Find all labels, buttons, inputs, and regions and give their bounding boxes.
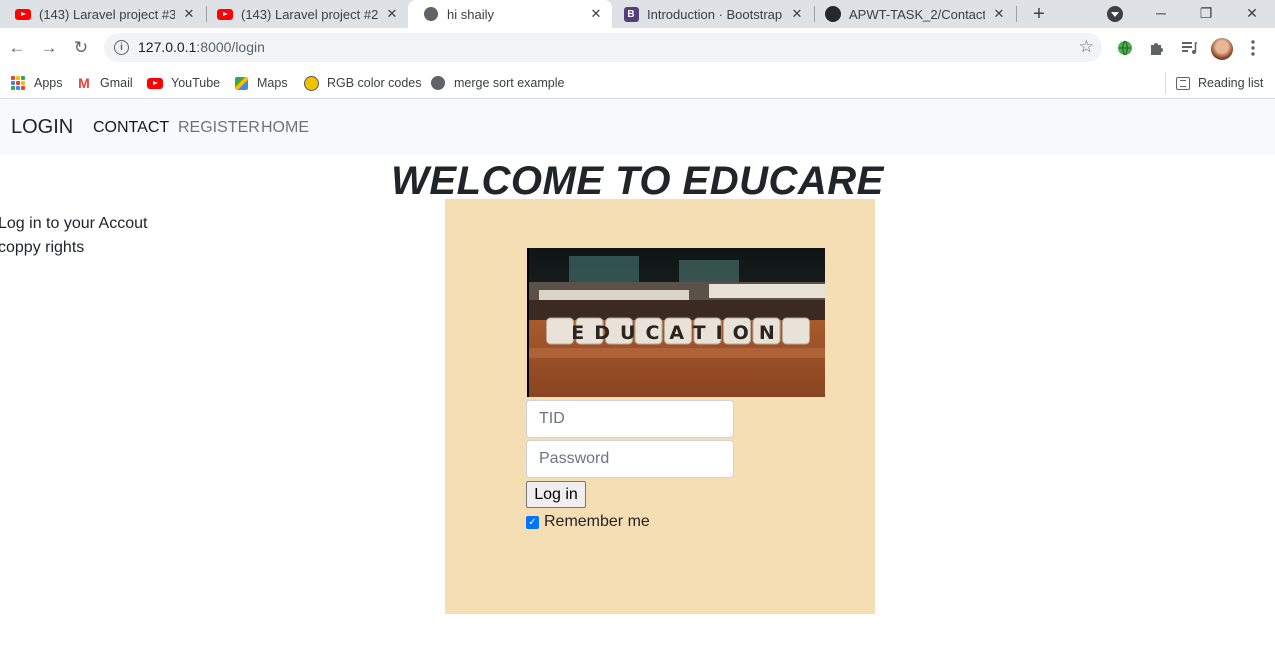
reload-icon[interactable]: ↻ (69, 36, 93, 60)
bookmark-rgb-color-codes[interactable]: RGB color codes (303, 73, 421, 93)
tab-bootstrap-introduction[interactable]: B Introduction · Bootstrap ✕ (608, 0, 813, 28)
url-path: :8000/login (196, 39, 265, 55)
login-button[interactable]: Log in (526, 481, 586, 508)
nav-link-home[interactable]: HOME (261, 119, 309, 137)
bookmark-gmail[interactable]: M Gmail (76, 73, 133, 93)
media-queue-icon[interactable] (1179, 38, 1199, 58)
close-icon[interactable]: ✕ (181, 6, 197, 22)
site-navbar: LOGIN CONTACT REGISTER HOME (0, 99, 1275, 155)
close-icon[interactable]: ✕ (789, 6, 805, 22)
letter-die (546, 317, 574, 345)
tab-title: hi shaily (447, 6, 494, 22)
rgb-icon (303, 75, 319, 91)
bookmark-star-icon[interactable]: ☆ (1079, 37, 1094, 57)
reading-list-icon (1176, 76, 1190, 90)
github-icon (825, 6, 841, 22)
nav-link-register[interactable]: REGISTER (178, 119, 260, 137)
bookmark-label: YouTube (171, 76, 221, 90)
maps-icon (233, 75, 249, 91)
window-close-button[interactable]: ✕ (1237, 2, 1267, 24)
remember-label: Remember me (544, 513, 650, 530)
password-input[interactable] (526, 440, 734, 478)
education-image-text: EDUCATION (571, 322, 784, 344)
gmail-icon: M (78, 75, 90, 91)
address-url[interactable]: 127.0.0.1:8000/login (138, 39, 265, 55)
site-info-icon[interactable]: i (114, 40, 129, 55)
youtube-icon (15, 6, 31, 22)
page-title: WELCOME TO EDUCARE (391, 159, 884, 203)
tab-title: (143) Laravel project #3 ad (39, 6, 175, 22)
bookmark-label: Apps (34, 76, 63, 90)
address-bar[interactable]: i 127.0.0.1:8000/login ☆ (104, 33, 1102, 62)
letter-die (782, 317, 810, 345)
reading-list-button[interactable]: Reading list (1165, 72, 1263, 94)
bookmark-maps[interactable]: Maps (233, 73, 288, 93)
profile-avatar[interactable] (1211, 38, 1233, 60)
tab-hi-shaily[interactable]: hi shaily ✕ (408, 0, 612, 28)
nav-link-contact[interactable]: CONTACT (93, 119, 169, 137)
login-hint-text: Log in to your Accout (0, 215, 148, 232)
login-panel: EDUCATION Log in ✓ Remember me (445, 199, 875, 614)
tab-title: Introduction · Bootstrap (647, 6, 783, 22)
extensions-puzzle-icon[interactable] (1147, 38, 1167, 58)
bookmark-merge-sort-example[interactable]: merge sort example (430, 73, 564, 93)
minimize-button[interactable]: ─ (1146, 2, 1176, 24)
close-icon[interactable]: ✕ (588, 6, 604, 22)
tid-input[interactable] (526, 400, 734, 438)
tab-apwt-task[interactable]: APWT-TASK_2/ContactPag ✕ (810, 0, 1015, 28)
restore-button[interactable]: ❐ (1191, 2, 1221, 24)
bookmark-label: RGB color codes (327, 76, 422, 90)
bookmark-label: Maps (257, 76, 288, 90)
bootstrap-icon: B (623, 6, 639, 22)
extension-globe-icon[interactable] (1115, 38, 1135, 58)
bookmark-label: Gmail (100, 76, 133, 90)
bookmarks-bar: Apps M Gmail YouTube Maps RGB color code… (0, 68, 1275, 99)
tab-title: (143) Laravel project #2 la (241, 6, 378, 22)
apps-grid-icon (10, 75, 26, 91)
youtube-icon (217, 6, 233, 22)
close-icon[interactable]: ✕ (384, 6, 400, 22)
bookmark-youtube[interactable]: YouTube (147, 73, 220, 93)
chrome-menu-icon[interactable] (1243, 38, 1263, 58)
bookmark-apps[interactable]: Apps (10, 73, 63, 93)
tab-divider (1016, 6, 1017, 22)
page-viewport: LOGIN CONTACT REGISTER HOME Log in to yo… (0, 99, 1275, 672)
education-image: EDUCATION (527, 248, 825, 397)
navbar-brand-login[interactable]: LOGIN (11, 116, 73, 139)
tab-laravel-project-3[interactable]: (143) Laravel project #3 ad ✕ (0, 0, 205, 28)
new-tab-button[interactable]: + (1028, 3, 1050, 25)
remember-checkbox[interactable]: ✓ (526, 515, 539, 529)
browser-tab-strip: (143) Laravel project #3 ad ✕ (143) Lara… (0, 0, 1275, 28)
youtube-icon (147, 75, 163, 91)
forward-arrow-icon[interactable]: → (37, 36, 61, 60)
tab-search-icon[interactable] (1107, 6, 1123, 22)
browser-toolbar: ← → ↻ i 127.0.0.1:8000/login ☆ (0, 28, 1275, 68)
close-icon[interactable]: ✕ (991, 6, 1007, 22)
globe-icon (430, 75, 446, 91)
url-host: 127.0.0.1 (138, 39, 197, 55)
tab-laravel-project-2[interactable]: (143) Laravel project #2 la ✕ (202, 0, 408, 28)
bookmark-label: merge sort example (454, 76, 565, 90)
copyright-text: coppy rights (0, 239, 85, 256)
back-arrow-icon[interactable]: ← (5, 36, 29, 60)
globe-icon (423, 6, 439, 22)
remember-me[interactable]: ✓ Remember me (526, 513, 650, 531)
tab-title: APWT-TASK_2/ContactPag (849, 6, 985, 22)
reading-list-label: Reading list (1198, 76, 1264, 90)
